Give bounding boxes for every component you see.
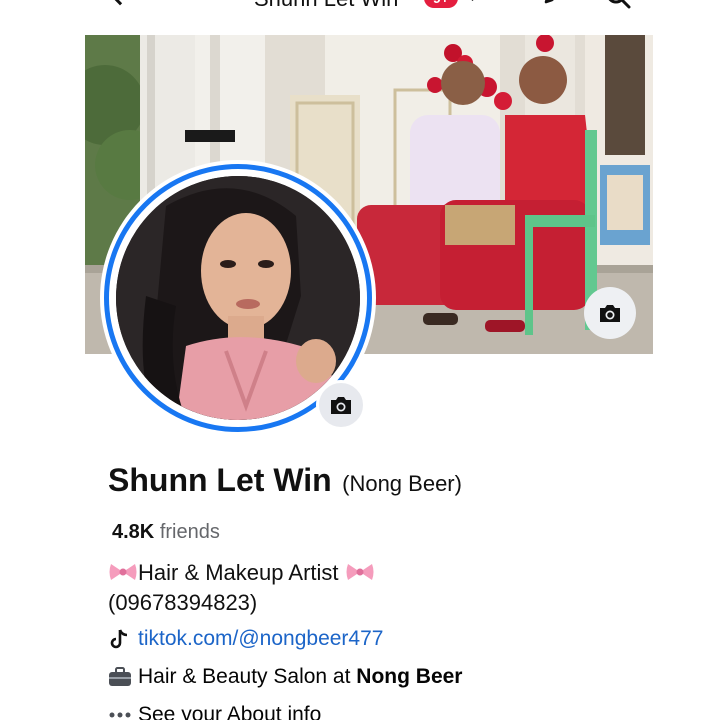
profile-alternate-name: (Nong Beer) xyxy=(342,471,462,496)
profile-bio: Hair & Makeup Artist (09678394823) xyxy=(108,558,375,618)
pencil-icon[interactable] xyxy=(542,0,566,6)
ribbon-bow-icon xyxy=(109,564,137,580)
bio-text-line-2: (09678394823) xyxy=(108,590,258,615)
top-navigation-bar: Shunn Let Win 9+ xyxy=(0,0,720,18)
avatar-illustration xyxy=(116,176,360,420)
work-place[interactable]: Nong Beer xyxy=(356,665,462,689)
camera-icon xyxy=(600,305,620,322)
cover-camera-button[interactable] xyxy=(584,287,636,339)
tiktok-link[interactable]: tiktok.com/@nongbeer477 xyxy=(138,627,383,651)
profile-name-row: Shunn Let Win (Nong Beer) xyxy=(108,462,462,499)
back-chevron-icon[interactable] xyxy=(108,0,132,6)
avatar[interactable] xyxy=(116,176,360,420)
work-row: Hair & Beauty Salon at Nong Beer xyxy=(108,665,462,689)
friends-count-row[interactable]: 4.8K friends xyxy=(112,521,220,544)
chevron-down-icon[interactable] xyxy=(466,0,479,1)
tiktok-link-row[interactable]: tiktok.com/@nongbeer477 xyxy=(108,627,383,651)
profile-name: Shunn Let Win xyxy=(108,462,332,498)
camera-icon xyxy=(331,397,351,414)
friends-label: friends xyxy=(159,521,220,543)
notification-badge: 9+ xyxy=(424,0,458,8)
top-bar-title[interactable]: Shunn Let Win xyxy=(254,0,398,12)
avatar-camera-button[interactable] xyxy=(316,380,366,430)
ribbon-bow-icon xyxy=(346,564,374,580)
bio-text-line-1: Hair & Makeup Artist xyxy=(138,560,339,585)
briefcase-icon xyxy=(108,665,132,689)
more-dots-icon xyxy=(108,703,132,720)
friends-count: 4.8K xyxy=(112,521,155,543)
tiktok-icon xyxy=(108,627,132,651)
search-icon[interactable] xyxy=(604,0,632,10)
bio-line-1: Hair & Makeup Artist xyxy=(108,558,375,588)
work-prefix: Hair & Beauty Salon at xyxy=(138,665,351,688)
see-about-info-label: See your About info xyxy=(138,703,322,720)
see-about-info-row[interactable]: See your About info xyxy=(108,703,321,720)
